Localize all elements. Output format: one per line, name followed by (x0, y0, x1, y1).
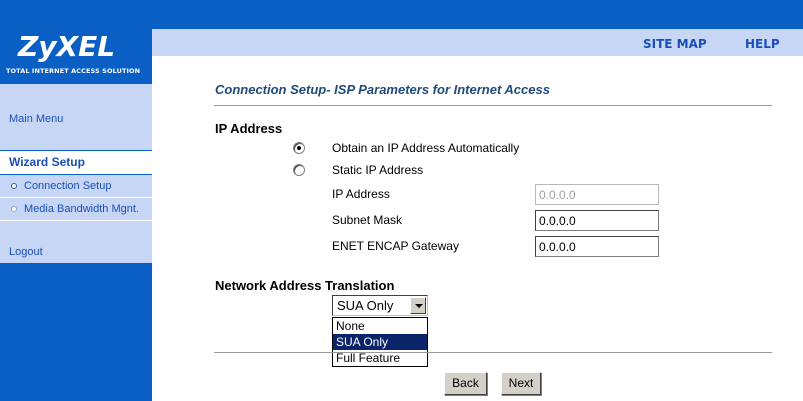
bullet-icon (11, 206, 17, 212)
ip-address-input[interactable] (535, 184, 659, 205)
sidebar-item-connection-setup[interactable]: Connection Setup (0, 175, 152, 197)
sidebar-item-label: Media Bandwidth Mgnt. (24, 203, 139, 215)
gateway-label: ENET ENCAP Gateway (332, 239, 459, 253)
nat-select-value: SUA Only (337, 298, 394, 313)
divider (214, 352, 772, 353)
nat-dropdown-list: None SUA Only Full Feature (332, 317, 428, 367)
static-ip-radio[interactable] (293, 164, 305, 176)
obtain-auto-label: Obtain an IP Address Automatically (332, 141, 520, 155)
ip-address-label: IP Address (332, 187, 390, 201)
logo-area: ZyXEL TOTAL INTERNET ACCESS SOLUTION (0, 0, 152, 84)
sidebar-item-main-menu[interactable]: Main Menu (0, 109, 152, 130)
nat-heading: Network Address Translation (215, 278, 395, 293)
sidebar-item-wizard-setup[interactable]: Wizard Setup (0, 151, 152, 174)
bullet-icon (11, 183, 17, 189)
content-area (152, 56, 803, 401)
nat-option-sua-only[interactable]: SUA Only (333, 334, 427, 350)
sidebar-spacer (0, 84, 152, 109)
divider (214, 105, 772, 106)
next-button[interactable]: Next (501, 372, 541, 395)
site-map-link[interactable]: SITE MAP (643, 37, 707, 51)
static-ip-label: Static IP Address (332, 163, 424, 177)
nat-select[interactable]: SUA Only (332, 295, 428, 316)
subnet-mask-label: Subnet Mask (332, 213, 403, 227)
sidebar-spacer (0, 130, 152, 150)
logo-tagline: TOTAL INTERNET ACCESS SOLUTION (6, 67, 141, 75)
help-link[interactable]: HELP (745, 37, 780, 51)
sidebar-item-logout[interactable]: Logout (0, 242, 152, 263)
subnet-mask-input[interactable] (535, 210, 659, 231)
chevron-down-icon[interactable] (410, 297, 426, 314)
page-title: Connection Setup- ISP Parameters for Int… (215, 82, 550, 97)
gateway-input[interactable] (535, 236, 659, 257)
obtain-auto-radio[interactable] (293, 142, 305, 154)
back-button[interactable]: Back (444, 372, 487, 395)
sidebar-spacer (0, 221, 152, 242)
sidebar-item-media-bandwidth[interactable]: Media Bandwidth Mgnt. (0, 198, 152, 220)
nat-option-none[interactable]: None (333, 318, 427, 334)
ip-address-heading: IP Address (215, 121, 283, 136)
sidebar: Main Menu Wizard Setup Connection Setup … (0, 84, 152, 401)
zyxel-logo: ZyXEL (18, 30, 116, 63)
sidebar-item-label: Connection Setup (24, 180, 112, 192)
